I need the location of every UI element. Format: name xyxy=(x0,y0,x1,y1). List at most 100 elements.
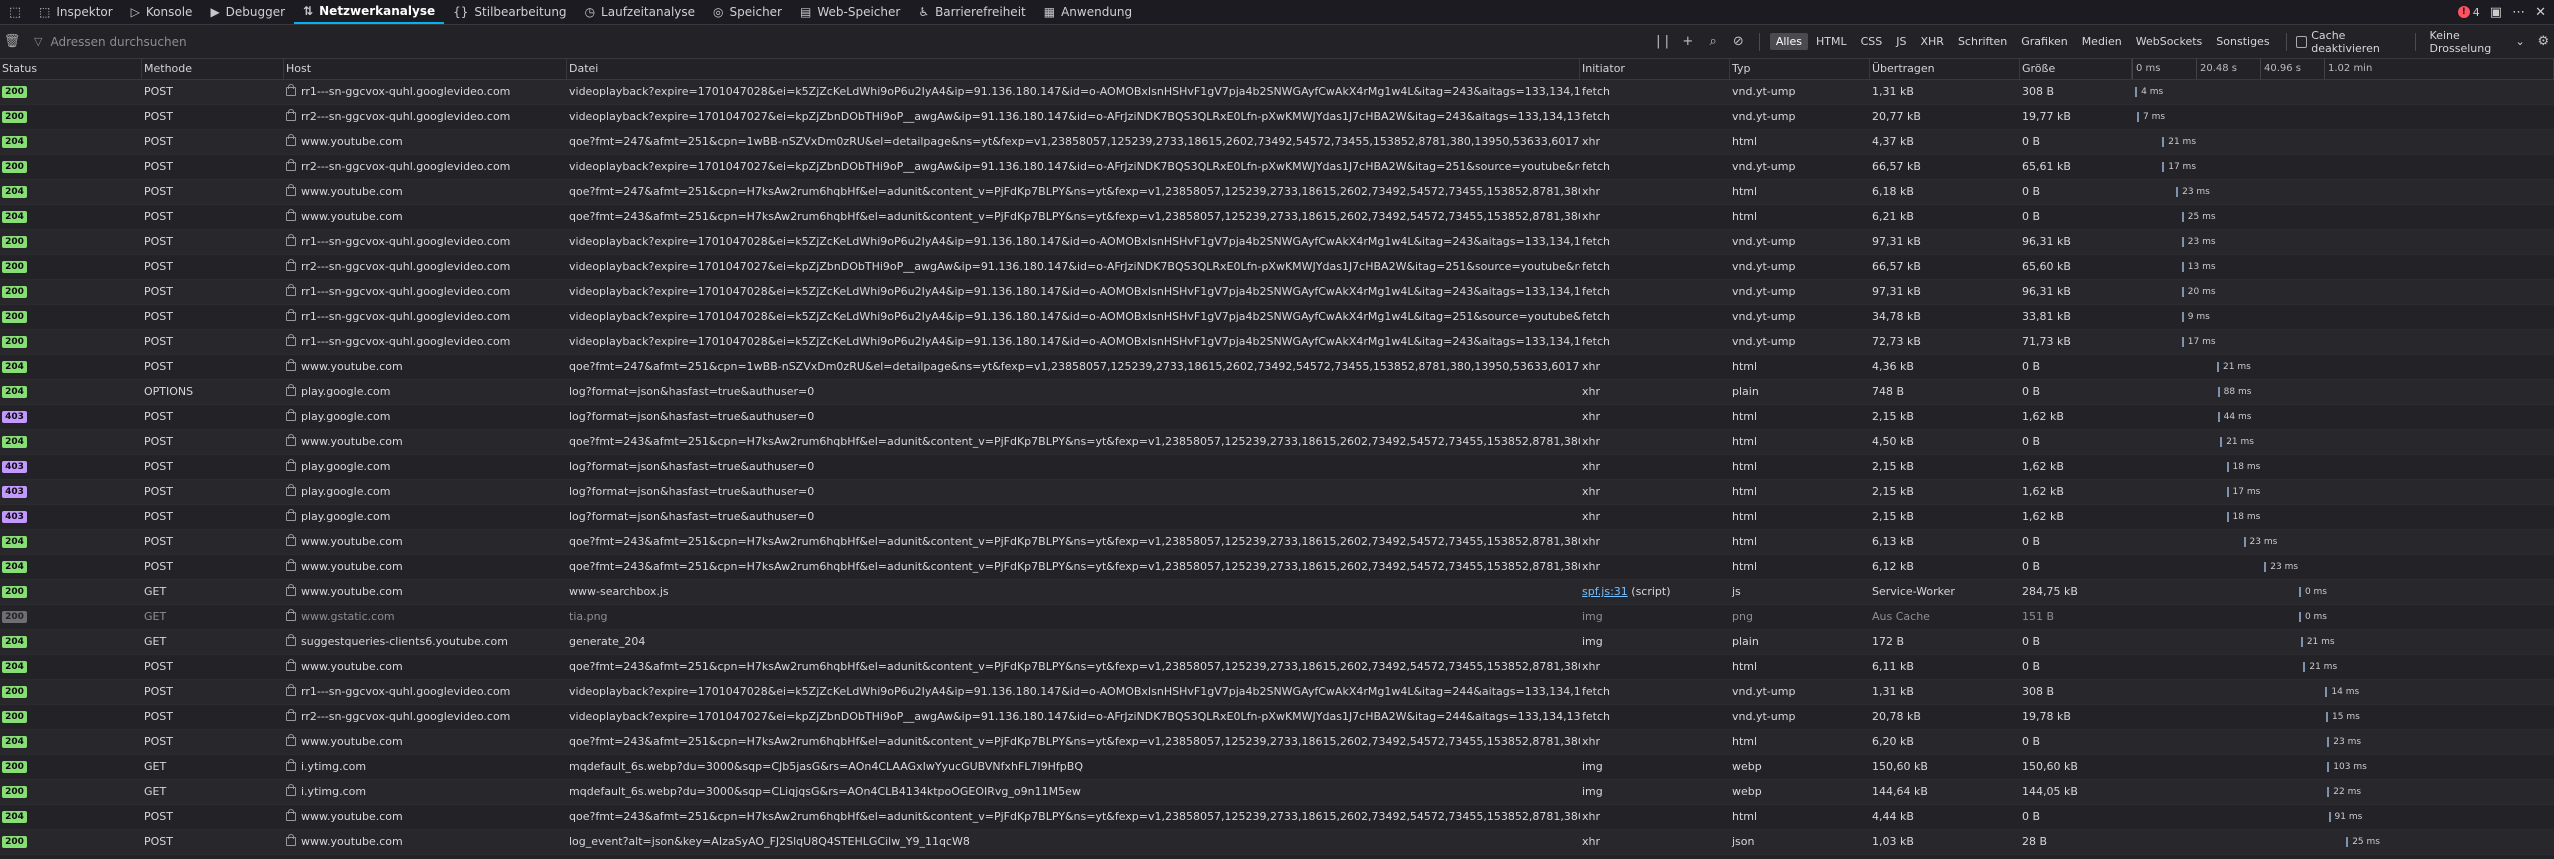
block-icon[interactable]: ⊘ xyxy=(1728,34,1749,49)
type-cell: html xyxy=(1730,505,1870,529)
host-text: rr1---sn-ggcvox-quhl.googlevideo.com xyxy=(301,285,511,298)
request-row[interactable]: 403 POST play.google.com log?format=json&ha… xyxy=(0,455,2554,480)
tab-debugger[interactable]: ▶ Debugger xyxy=(201,0,294,24)
initiator-text[interactable]: spf.js:31 xyxy=(1582,585,1628,598)
filter-type-sonstiges[interactable]: Sonstiges xyxy=(2210,33,2275,50)
request-row[interactable]: 200 POST www.youtube.com log_event?alt=json… xyxy=(0,830,2554,855)
request-row[interactable]: 403 POST play.google.com log?format=json&ha… xyxy=(0,405,2554,430)
close-icon[interactable]: ✕ xyxy=(2535,5,2546,20)
waterfall-cell: 4 ms xyxy=(2132,80,2554,104)
type-cell: vnd.yt-ump xyxy=(1730,330,1870,354)
request-row[interactable]: 204 POST www.youtube.com qoe?fmt=247&afmt=2… xyxy=(0,180,2554,205)
request-row[interactable]: 204 POST www.youtube.com qoe?fmt=243&afmt=2… xyxy=(0,655,2554,680)
request-row[interactable]: 200 POST rr2---sn-ggcvox-quhl.googlevideo.… xyxy=(0,155,2554,180)
request-row[interactable]: 204 POST www.youtube.com qoe?fmt=247&afmt=2… xyxy=(0,355,2554,380)
method-cell: GET xyxy=(142,630,284,654)
more-options-icon[interactable]: ⋯ xyxy=(2512,5,2525,20)
request-row[interactable]: 200 GET www.gstatic.com tia.png img png Aus Ca… xyxy=(0,605,2554,630)
lock-icon xyxy=(286,659,296,671)
request-row[interactable]: 204 GET suggestqueries-clients6.youtube.co… xyxy=(0,630,2554,655)
tab-web-speicher[interactable]: ▤ Web-Speicher xyxy=(791,0,909,24)
storage-icon: ▤ xyxy=(800,5,812,19)
column-size[interactable]: Größe xyxy=(2020,59,2132,79)
tab-stilbearbeitung[interactable]: {} Stilbearbeitung xyxy=(444,0,575,24)
request-row[interactable]: 200 GET i.ytimg.com mqdefault_6s.webp?du=30… xyxy=(0,780,2554,805)
dock-icon[interactable]: ▣ xyxy=(2490,5,2502,20)
request-row[interactable]: 200 POST rr1---sn-ggcvox-quhl.googlevideo.… xyxy=(0,680,2554,705)
search-icon[interactable]: ⌕ xyxy=(1702,34,1723,49)
error-count-badge[interactable]: ! 4 xyxy=(2457,5,2480,19)
size-cell: 0 B xyxy=(2020,430,2132,454)
status-cell: 204 xyxy=(0,730,142,754)
add-icon[interactable]: + xyxy=(1677,34,1698,49)
timing-label: 20 ms xyxy=(2187,287,2216,297)
inspector-icon: ⬚ xyxy=(39,5,51,19)
url-filter-input[interactable] xyxy=(48,33,953,50)
filter-type-grafiken[interactable]: Grafiken xyxy=(2015,33,2073,50)
filter-type-xhr[interactable]: XHR xyxy=(1914,33,1949,50)
request-row[interactable]: 204 POST www.youtube.com qoe?fmt=243&afmt=2… xyxy=(0,430,2554,455)
tab-konsole[interactable]: ▷ Konsole xyxy=(122,0,202,24)
request-row[interactable]: 204 POST www.youtube.com qoe?fmt=247&afmt=2… xyxy=(0,130,2554,155)
filter-type-medien[interactable]: Medien xyxy=(2076,33,2128,50)
column-method[interactable]: Methode xyxy=(142,59,284,79)
initiator-cell: img xyxy=(1580,630,1730,654)
request-row[interactable]: 200 POST rr1---sn-ggcvox-quhl.googlevideo.… xyxy=(0,230,2554,255)
element-picker-icon[interactable]: ⬚ xyxy=(0,0,30,24)
method-cell: POST xyxy=(142,355,284,379)
tab-anwendung[interactable]: ▦ Anwendung xyxy=(1035,0,1141,24)
error-count: 4 xyxy=(2472,5,2480,19)
timing-label: 4 ms xyxy=(2141,87,2164,97)
request-row[interactable]: 200 POST rr1---sn-ggcvox-quhl.googlevideo.… xyxy=(0,330,2554,355)
filter-type-css[interactable]: CSS xyxy=(1855,33,1889,50)
column-file[interactable]: Datei xyxy=(567,59,1580,79)
status-cell: 200 xyxy=(0,605,142,629)
tab-netzwerkanalyse[interactable]: ⇅ Netzwerkanalyse xyxy=(294,0,445,24)
request-row[interactable]: 200 POST rr2---sn-ggcvox-quhl.googlevideo.… xyxy=(0,705,2554,730)
request-row[interactable]: 403 POST play.google.com log?format=json&ha… xyxy=(0,505,2554,530)
file-cell-text: www-searchbox.js xyxy=(569,585,669,598)
request-row[interactable]: 204 POST www.youtube.com qoe?fmt=243&afmt=2… xyxy=(0,730,2554,755)
throttle-select[interactable]: Keine Drosselung ⌄ xyxy=(2426,29,2525,55)
request-row[interactable]: 200 POST rr2---sn-ggcvox-quhl.googlevideo.… xyxy=(0,255,2554,280)
request-row[interactable]: 200 GET www.youtube.com www-searchbox.js spf… xyxy=(0,580,2554,605)
request-row[interactable]: 403 POST play.google.com log?format=json&ha… xyxy=(0,480,2554,505)
initiator-cell: xhr xyxy=(1580,830,1730,854)
tab-inspektor[interactable]: ⬚ Inspektor xyxy=(30,0,122,24)
request-row[interactable]: 204 POST www.youtube.com qoe?fmt=243&afmt=2… xyxy=(0,805,2554,830)
tab-barrierefreiheit[interactable]: ♿ Barrierefreiheit xyxy=(909,0,1034,24)
request-row[interactable]: 200 POST rr2---sn-ggcvox-quhl.googlevideo.… xyxy=(0,105,2554,130)
status-badge: 403 xyxy=(2,511,27,523)
disable-cache-checkbox[interactable]: Cache deaktivieren xyxy=(2296,29,2404,55)
file-cell: qoe?fmt=247&afmt=251&cpn=1wBB-nSZVxDm0zR… xyxy=(567,130,1580,154)
column-transferred[interactable]: Übertragen xyxy=(1870,59,2020,79)
column-host[interactable]: Host xyxy=(284,59,567,79)
filter-type-alles[interactable]: Alles xyxy=(1769,33,1808,50)
column-status[interactable]: Status xyxy=(0,59,142,79)
filter-type-html[interactable]: HTML xyxy=(1810,33,1853,50)
request-list: 200 POST rr1---sn-ggcvox-quhl.googlevideo.… xyxy=(0,80,2554,855)
request-row[interactable]: 200 POST rr1---sn-ggcvox-quhl.googlevideo.… xyxy=(0,280,2554,305)
lock-icon xyxy=(286,759,296,771)
status-cell: 200 xyxy=(0,230,142,254)
column-initiator[interactable]: Initiator xyxy=(1580,59,1730,79)
filter-type-js[interactable]: JS xyxy=(1890,33,1912,50)
tab-speicher[interactable]: ◎ Speicher xyxy=(704,0,791,24)
request-row[interactable]: 204 OPTIONS play.google.com log?format=json… xyxy=(0,380,2554,405)
pause-button[interactable]: | | xyxy=(1652,34,1673,49)
initiator-text: fetch xyxy=(1582,110,1610,123)
filter-type-websockets[interactable]: WebSockets xyxy=(2130,33,2209,50)
trash-icon[interactable]: 🗑 xyxy=(0,34,24,49)
timing-bar xyxy=(2181,337,2184,347)
type-cell-text: html xyxy=(1732,185,1758,198)
settings-gear-icon[interactable]: ⚙ xyxy=(2533,34,2554,49)
request-row[interactable]: 200 GET i.ytimg.com mqdefault_6s.webp?du=30… xyxy=(0,755,2554,780)
tab-laufzeitanalyse[interactable]: ◷ Laufzeitanalyse xyxy=(576,0,704,24)
request-row[interactable]: 200 POST rr1---sn-ggcvox-quhl.googlevideo.… xyxy=(0,305,2554,330)
filter-type-schriften[interactable]: Schriften xyxy=(1952,33,2013,50)
request-row[interactable]: 200 POST rr1---sn-ggcvox-quhl.googlevideo.… xyxy=(0,80,2554,105)
request-row[interactable]: 204 POST www.youtube.com qoe?fmt=243&afmt=2… xyxy=(0,205,2554,230)
column-type[interactable]: Typ xyxy=(1730,59,1870,79)
request-row[interactable]: 204 POST www.youtube.com qoe?fmt=243&afmt=2… xyxy=(0,555,2554,580)
request-row[interactable]: 204 POST www.youtube.com qoe?fmt=243&afmt=2… xyxy=(0,530,2554,555)
